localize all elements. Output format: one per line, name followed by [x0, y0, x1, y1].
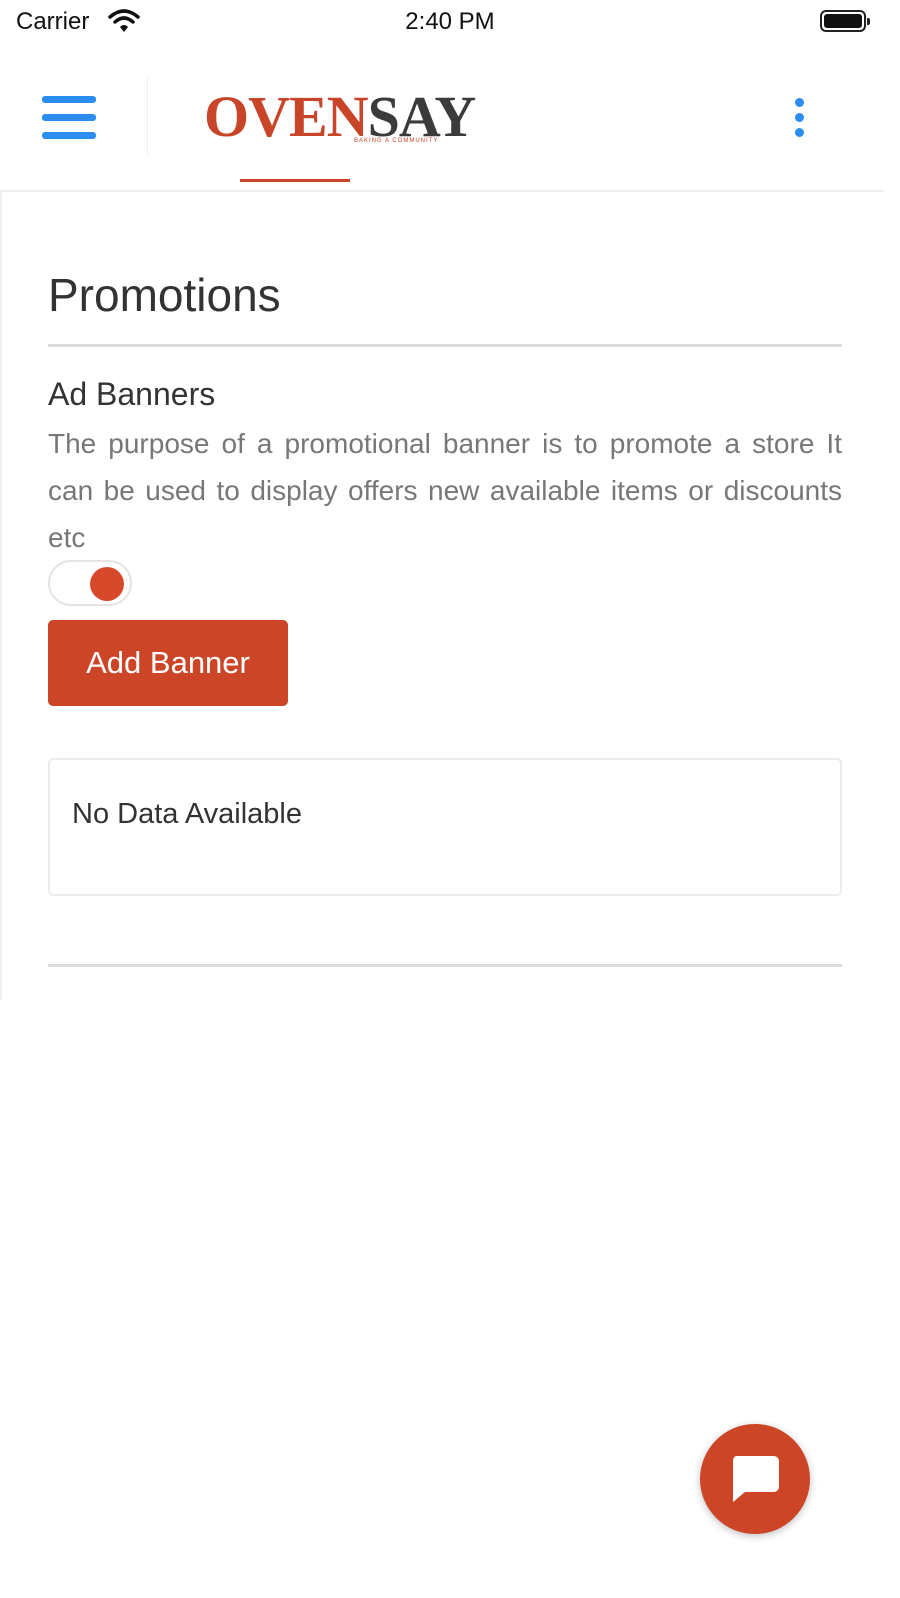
- chat-button[interactable]: [700, 1424, 810, 1534]
- ad-banners-description: The purpose of a promotional banner is t…: [48, 428, 842, 553]
- ovensay-logo[interactable]: OVENSAY BAKING A COMMUNITY: [204, 86, 476, 182]
- app-header: OVENSAY BAKING A COMMUNITY: [0, 48, 884, 192]
- logo-underline: [240, 179, 350, 182]
- header-divider: [147, 78, 148, 154]
- title-divider: [48, 344, 842, 347]
- section-bottom-divider: [48, 964, 842, 967]
- toggle-knob: [90, 567, 124, 601]
- battery-icon: [820, 10, 870, 32]
- status-bar: Carrier 2:40 PM: [0, 0, 900, 48]
- ad-banners-toggle[interactable]: [48, 560, 132, 606]
- hamburger-menu-icon[interactable]: [42, 96, 96, 140]
- empty-state-message: No Data Available: [72, 798, 303, 830]
- ad-banners-title: Ad Banners: [48, 376, 216, 412]
- add-banner-button[interactable]: Add Banner: [48, 620, 288, 706]
- banners-list-panel: No Data Available: [48, 758, 842, 896]
- status-time: 2:40 PM: [405, 8, 495, 35]
- more-vertical-icon[interactable]: [790, 98, 812, 142]
- promotions-page: Promotions Ad Banners The purpose of a p…: [0, 192, 884, 1000]
- page-title: Promotions: [48, 269, 281, 321]
- logo-tagline: BAKING A COMMUNITY: [354, 138, 439, 144]
- chat-bubble-icon: [729, 1454, 781, 1509]
